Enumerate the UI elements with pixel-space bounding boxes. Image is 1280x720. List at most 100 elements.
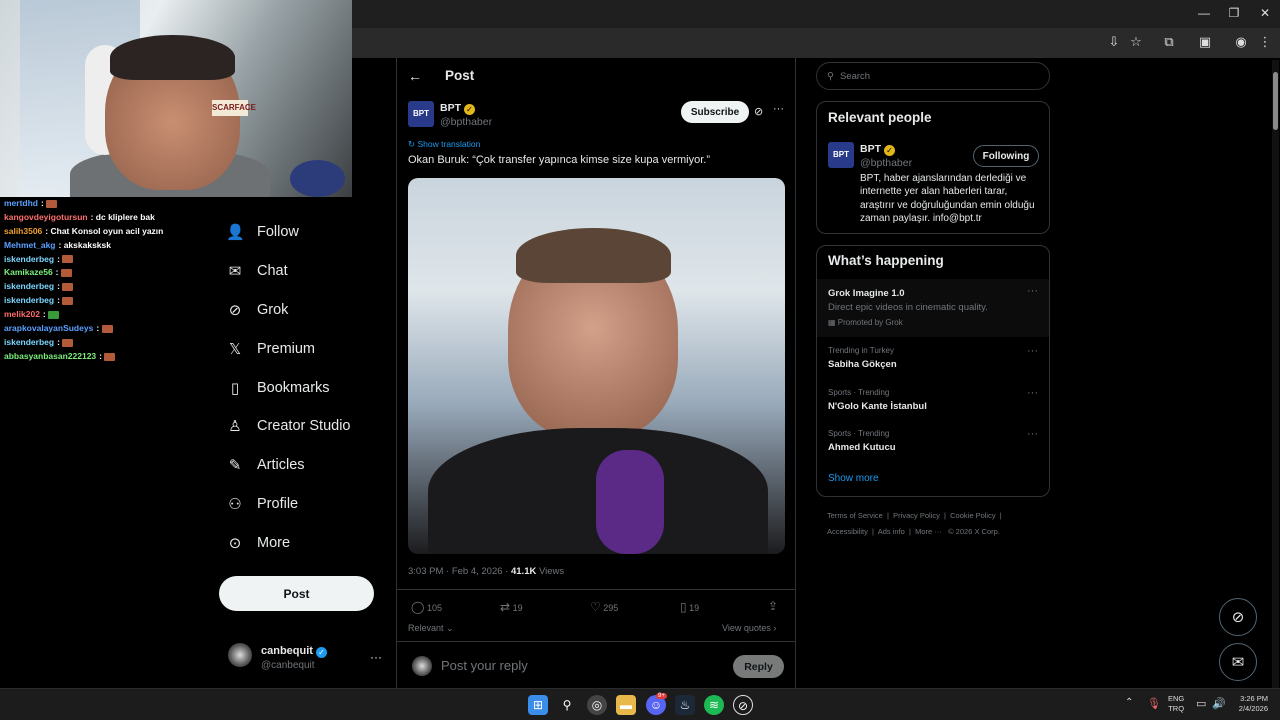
- split-view-icon[interactable]: ▣: [1196, 34, 1214, 50]
- privacy-link[interactable]: Privacy Policy: [893, 511, 940, 520]
- share-icon[interactable]: ⇪: [768, 599, 778, 613]
- person-handle: @bpthaber: [860, 157, 913, 169]
- show-translation-link[interactable]: ↻ Show translation: [408, 139, 480, 150]
- chat-username[interactable]: mertdhd: [4, 198, 38, 208]
- profile-avatar-icon[interactable]: ◉: [1232, 34, 1250, 50]
- nav-premium[interactable]: 𝕏 Premium: [226, 330, 315, 368]
- chat-username[interactable]: iskenderbeg: [4, 295, 54, 305]
- trend-more-icon[interactable]: ···: [1027, 387, 1038, 399]
- author-name[interactable]: BPT ✓: [440, 102, 475, 115]
- post-button[interactable]: Post: [219, 576, 374, 611]
- chat-username[interactable]: Kamikaze56: [4, 267, 53, 277]
- subscribe-button[interactable]: Subscribe: [681, 101, 749, 123]
- grok-explain-icon[interactable]: ⊘: [754, 105, 763, 118]
- tray-expand-icon[interactable]: ⌃: [1125, 697, 1133, 708]
- footer-more-link[interactable]: More ···: [915, 527, 942, 536]
- nav-articles[interactable]: ✎ Articles: [226, 446, 305, 484]
- chat-username[interactable]: iskenderbeg: [4, 254, 54, 264]
- file-explorer-icon[interactable]: ▬: [616, 695, 636, 715]
- chat-username[interactable]: kangovdeyigotursun: [4, 212, 88, 222]
- account-name[interactable]: canbequit ✓: [261, 645, 328, 658]
- chat-message: melik202:: [0, 308, 215, 322]
- ads-info-link[interactable]: Ads info: [878, 527, 905, 536]
- show-more-link[interactable]: Show more: [828, 473, 879, 484]
- view-quotes-link[interactable]: View quotes ›: [722, 623, 776, 633]
- person-name[interactable]: BPT ✓: [860, 143, 895, 156]
- chat-username[interactable]: Mehmet_akg: [4, 240, 56, 250]
- nav-chat[interactable]: ✉ Chat: [226, 252, 288, 290]
- chat-username[interactable]: melik202: [4, 309, 40, 319]
- nav-grok[interactable]: ⊘ Grok: [226, 291, 289, 329]
- start-menu-icon[interactable]: ⊞: [528, 695, 548, 715]
- language-1: ENG: [1168, 694, 1185, 703]
- chat-username[interactable]: iskenderbeg: [4, 281, 54, 291]
- repost-action[interactable]: ⇄ 19: [500, 600, 523, 614]
- volume-icon[interactable]: 🔊: [1212, 697, 1226, 710]
- following-button[interactable]: Following: [973, 145, 1039, 167]
- account-avatar[interactable]: [228, 643, 252, 667]
- chat-username[interactable]: abbasyanbasan222123: [4, 351, 96, 361]
- trend-item[interactable]: Trending in Turkey Sabiha Gökçen ···: [817, 342, 1049, 378]
- like-action[interactable]: ♡ 295: [590, 600, 618, 614]
- grok-fab[interactable]: ⊘: [1219, 598, 1257, 636]
- close-icon[interactable]: ✕: [1255, 6, 1275, 20]
- bookmark-action[interactable]: ▯ 19: [680, 600, 699, 614]
- author-avatar[interactable]: BPT: [408, 101, 434, 127]
- chevron-down-icon: ⌄: [446, 623, 454, 633]
- person-avatar[interactable]: BPT: [828, 142, 854, 168]
- grok-app-icon[interactable]: ⊘: [733, 695, 753, 715]
- install-app-icon[interactable]: ⇩: [1105, 34, 1123, 50]
- scrollbar-track[interactable]: [1272, 60, 1279, 688]
- extensions-icon[interactable]: ⧉: [1160, 34, 1178, 50]
- divider: [397, 589, 796, 590]
- promoted-trend[interactable]: Grok Imagine 1.0 Direct epic videos in c…: [817, 279, 1049, 337]
- spotify-icon[interactable]: ≋: [704, 695, 724, 715]
- clock[interactable]: 3:26 PM 2/4/2026: [1230, 694, 1268, 714]
- scrollbar-thumb[interactable]: [1273, 72, 1278, 130]
- account-menu-icon[interactable]: ···: [370, 650, 382, 664]
- person-icon: ⚇: [228, 496, 242, 513]
- restore-icon[interactable]: ❐: [1224, 6, 1244, 20]
- chat-username[interactable]: iskenderbeg: [4, 337, 54, 347]
- trend-more-icon[interactable]: ···: [1027, 285, 1038, 297]
- steam-icon[interactable]: ♨: [675, 695, 695, 715]
- reply-input[interactable]: Post your reply: [441, 658, 528, 673]
- trend-context: Sports · Trending: [828, 429, 890, 438]
- bookmark-icon: ▯: [680, 600, 687, 614]
- post-image[interactable]: [408, 178, 785, 554]
- chat-emote-icon: [62, 296, 74, 305]
- terms-link[interactable]: Terms of Service: [827, 511, 883, 520]
- nav-bookmarks-label: Bookmarks: [257, 380, 330, 396]
- chat-username[interactable]: arapkovalayanSudeys: [4, 323, 93, 333]
- bookmark-star-icon[interactable]: ☆: [1127, 34, 1145, 50]
- post-more-icon[interactable]: ···: [773, 103, 784, 115]
- reply-action[interactable]: ◯ 105: [411, 600, 442, 614]
- nav-profile[interactable]: ⚇ Profile: [226, 485, 298, 523]
- reply-button[interactable]: Reply: [733, 655, 784, 678]
- chat-message: Kamikaze56:: [0, 266, 215, 280]
- accessibility-link[interactable]: Accessibility: [827, 527, 868, 536]
- sort-relevant-dropdown[interactable]: Relevant ⌄: [408, 623, 454, 634]
- search-icon[interactable]: ⚲: [557, 695, 577, 715]
- trend-more-icon[interactable]: ···: [1027, 428, 1038, 440]
- language-indicator[interactable]: ENG TRQ: [1168, 694, 1184, 714]
- trend-item[interactable]: Sports · Trending Ahmed Kutucu ···: [817, 425, 1049, 461]
- nav-follow[interactable]: 👤 Follow: [226, 213, 299, 251]
- menu-kebab-icon[interactable]: ⋮: [1256, 34, 1274, 50]
- nav-bookmarks[interactable]: ▯ Bookmarks: [226, 369, 330, 407]
- search-input[interactable]: ⚲ Search: [816, 62, 1050, 90]
- network-icon[interactable]: ▭: [1196, 697, 1206, 710]
- trend-item[interactable]: Sports · Trending N'Golo Kante İstanbul …: [817, 384, 1049, 420]
- messages-fab[interactable]: ✉: [1219, 643, 1257, 681]
- chat-username[interactable]: salih3506: [4, 226, 42, 236]
- microphone-icon[interactable]: 🎙: [1147, 697, 1161, 710]
- minimize-icon[interactable]: —: [1194, 6, 1214, 20]
- nav-more[interactable]: ⊙ More: [226, 524, 290, 562]
- reply-count: 105: [426, 603, 442, 613]
- cookie-link[interactable]: Cookie Policy: [950, 511, 995, 520]
- trend-more-icon[interactable]: ···: [1027, 345, 1038, 357]
- chat-text: dc kliplere bak: [95, 211, 155, 222]
- chrome-icon[interactable]: ◎: [587, 695, 607, 715]
- back-arrow-icon[interactable]: ←: [408, 68, 422, 84]
- nav-creator-studio[interactable]: ♙ Creator Studio: [226, 407, 350, 445]
